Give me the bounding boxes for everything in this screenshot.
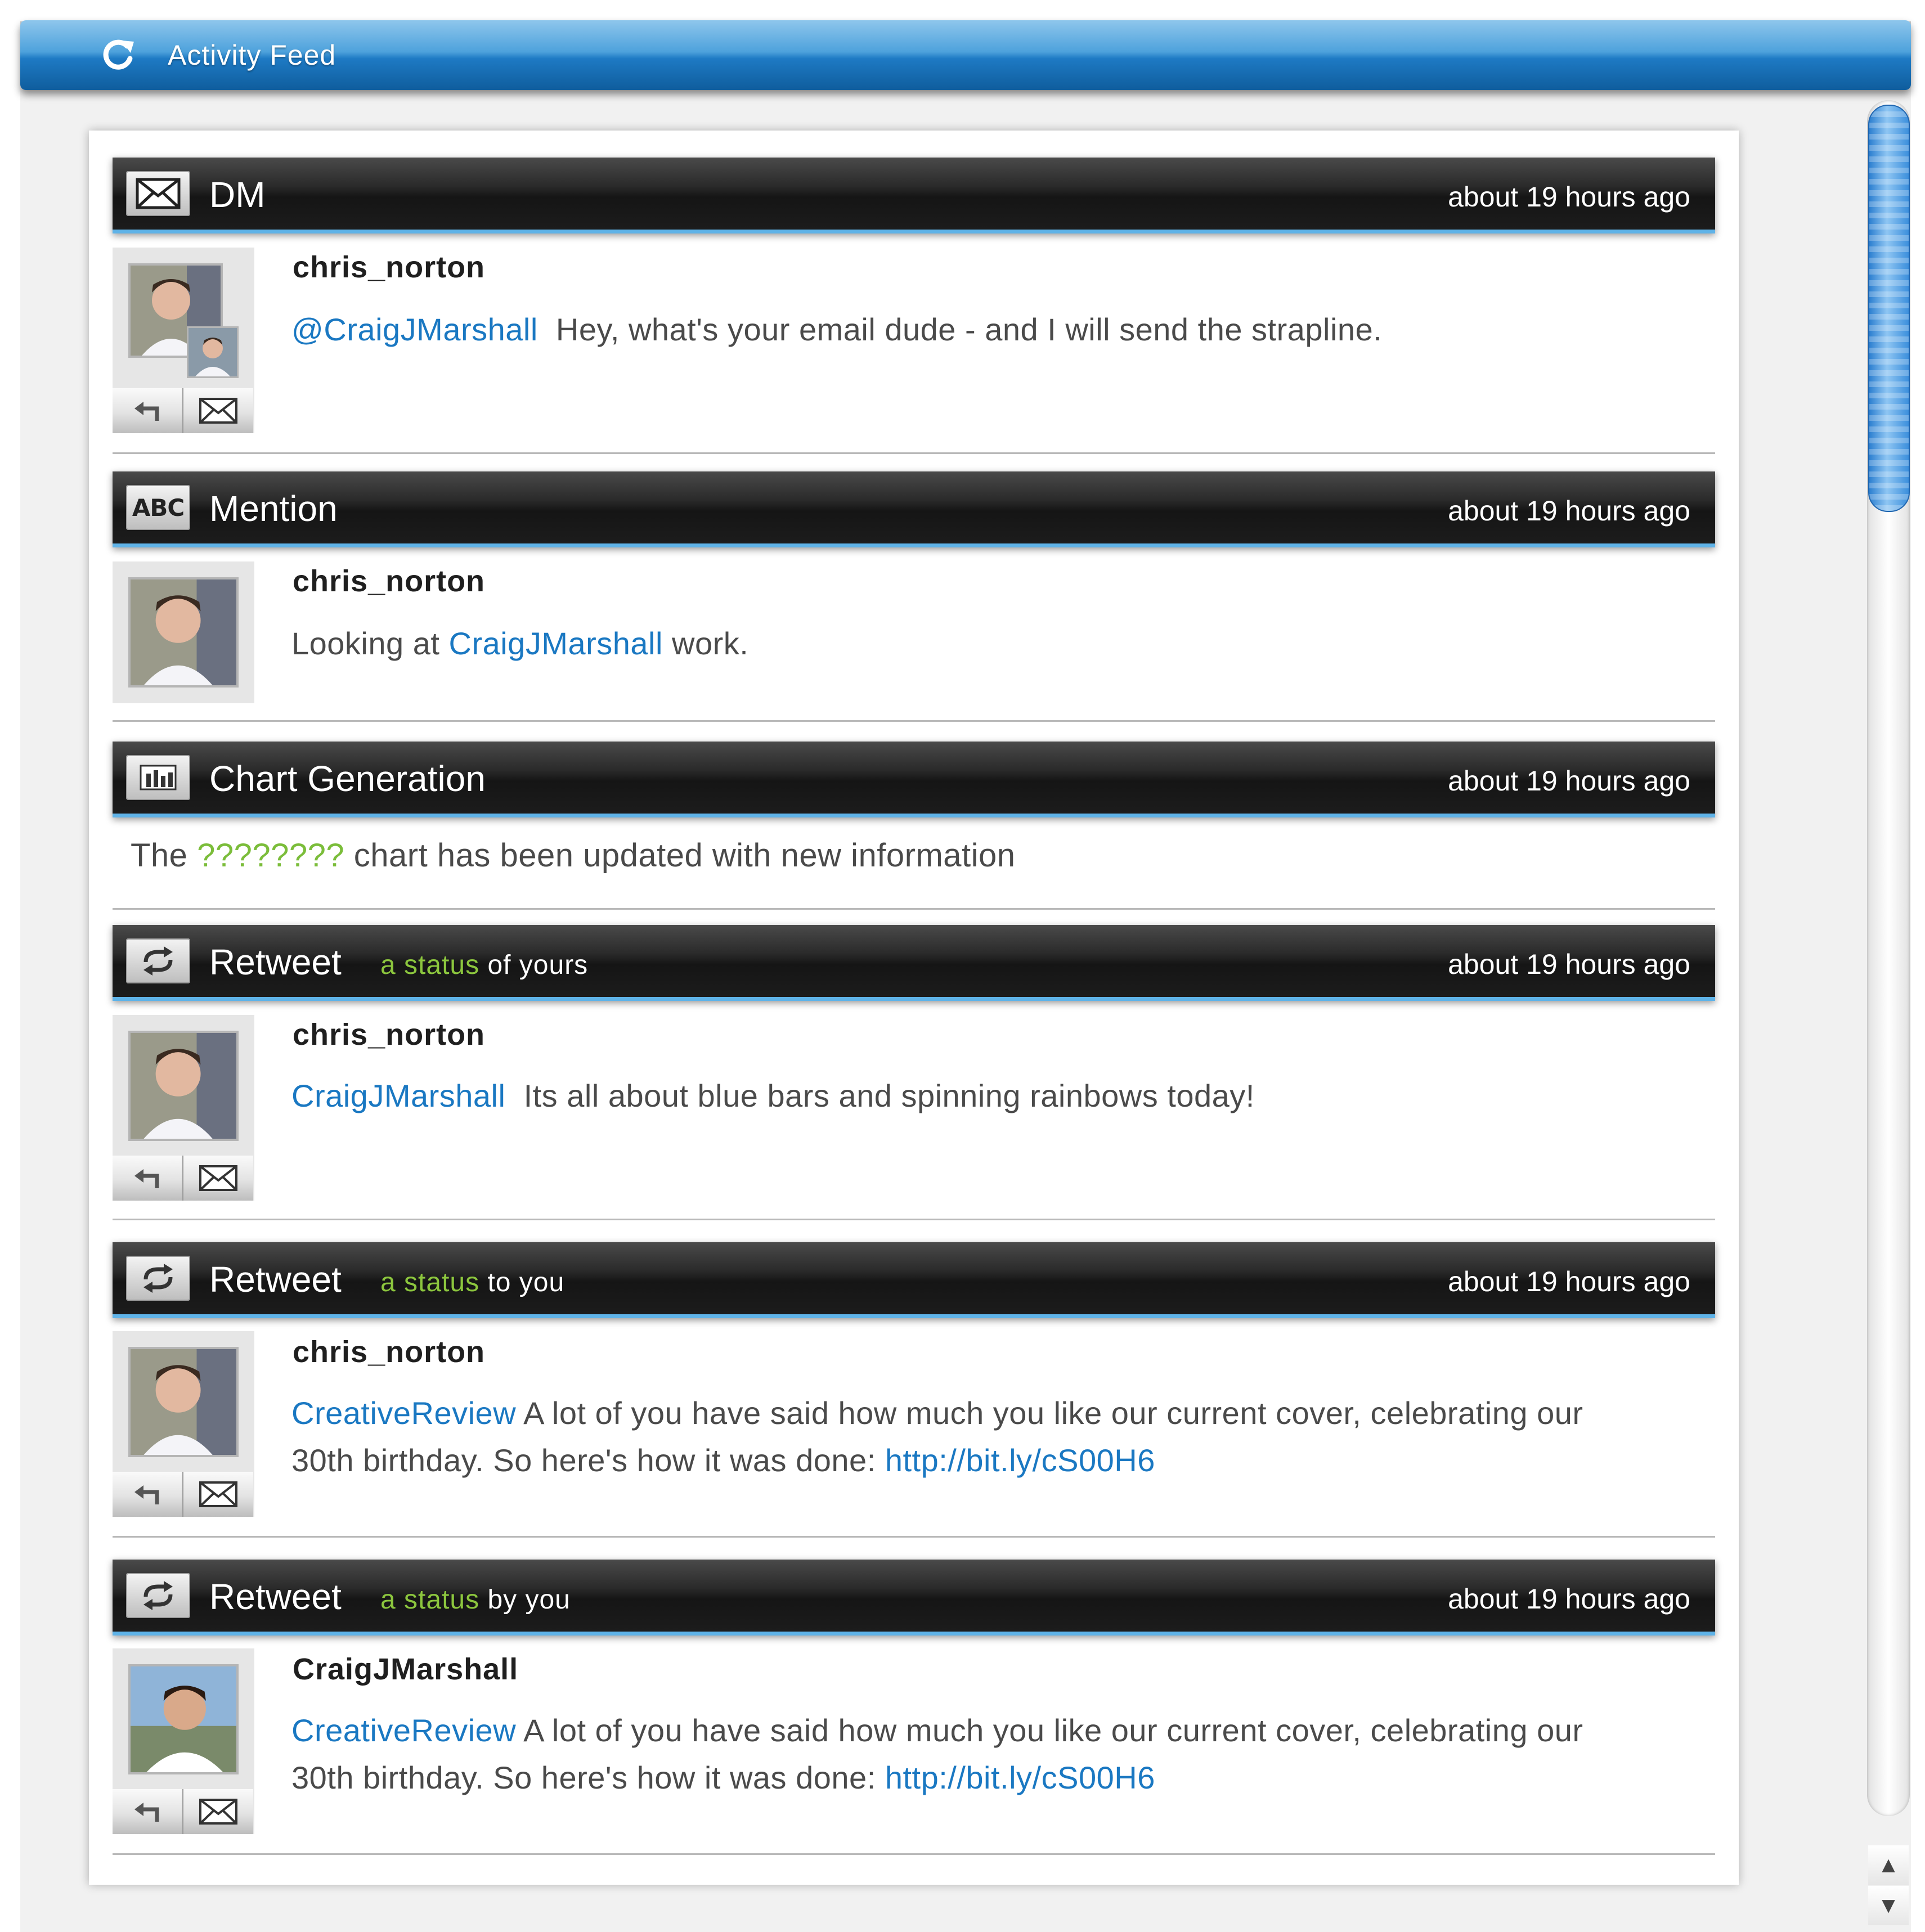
feed-item-type: Retweet: [209, 1259, 342, 1300]
url-link[interactable]: http://bit.ly/cS00H6: [885, 1443, 1155, 1478]
username[interactable]: chris_norton: [293, 563, 485, 600]
avatar[interactable]: [128, 1031, 239, 1141]
reply-icon: [134, 1803, 159, 1822]
action-buttons: [113, 1789, 254, 1834]
message-text: Looking at CraigJMarshall work.: [291, 626, 749, 661]
direct-message-button[interactable]: [183, 388, 253, 433]
url-link[interactable]: http://bit.ly/cS00H6: [885, 1760, 1155, 1795]
scroll-down-arrow-icon[interactable]: ▼: [1868, 1886, 1909, 1925]
mention-link[interactable]: CraigJMarshall: [291, 1078, 505, 1113]
action-buttons: [113, 1156, 254, 1201]
refresh-icon[interactable]: [99, 36, 136, 73]
reply-button[interactable]: [113, 1789, 183, 1834]
divider: [113, 1853, 1715, 1855]
feed-item-subtitle: a status by you: [380, 1585, 571, 1615]
feed-item-type: Chart Generation: [209, 758, 486, 799]
feed-item-header-retweet: Retweet a status by you about 19 hours a…: [113, 1560, 1715, 1636]
message-text: CraigJMarshall Its all about blue bars a…: [291, 1072, 1698, 1120]
feed-item-header-mention: ABC Mention about 19 hours ago: [113, 471, 1715, 547]
avatar-box: [113, 561, 254, 703]
bar-chart-icon: [126, 755, 190, 800]
feed-item-time: about 19 hours ago: [1448, 495, 1690, 527]
feed-item-time: about 19 hours ago: [1448, 1583, 1690, 1615]
feed-item-time: about 19 hours ago: [1448, 1266, 1690, 1297]
divider: [113, 452, 1715, 454]
feed-item-header-dm: DM about 19 hours ago: [113, 158, 1715, 233]
divider: [113, 908, 1715, 910]
avatar[interactable]: [128, 1347, 239, 1457]
reply-icon: [134, 1169, 159, 1188]
feed-item-time: about 19 hours ago: [1448, 765, 1690, 797]
message-body: Hey, what's your email dude - and I will…: [555, 312, 1383, 347]
envelope-icon: [126, 171, 190, 216]
feed-item-header-retweet: Retweet a status to you about 19 hours a…: [113, 1242, 1715, 1318]
feed-item-type: Mention: [209, 488, 338, 529]
window-title: Activity Feed: [168, 39, 336, 71]
direct-message-button[interactable]: [183, 1472, 253, 1517]
reply-icon: [134, 402, 159, 421]
feed-item-subtitle: a status of yours: [380, 950, 589, 980]
chart-name-link[interactable]: ????????: [197, 837, 344, 874]
action-buttons: [113, 1472, 254, 1517]
feed-item-subtitle: a status to you: [380, 1268, 565, 1297]
abc-icon: ABC: [126, 485, 190, 530]
feed-item-header-retweet: Retweet a status of yours about 19 hours…: [113, 925, 1715, 1001]
envelope-icon: [199, 1481, 237, 1507]
avatar[interactable]: [128, 1664, 239, 1774]
feed-item-header-chart: Chart Generation about 19 hours ago: [113, 742, 1715, 817]
recipient-avatar[interactable]: [187, 326, 239, 378]
mention-link[interactable]: @CraigJMarshall: [291, 312, 538, 347]
message-text: CreativeReview A lot of you have said ho…: [291, 1395, 1583, 1478]
retweet-icon: [126, 1573, 190, 1618]
divider: [113, 720, 1715, 722]
feed-item-time: about 19 hours ago: [1448, 949, 1690, 980]
mention-link[interactable]: CreativeReview: [291, 1713, 516, 1748]
message-body: Its all about blue bars and spinning rai…: [523, 1078, 1255, 1113]
reply-button[interactable]: [113, 388, 183, 433]
username[interactable]: chris_norton: [293, 1016, 485, 1053]
direct-message-button[interactable]: [183, 1156, 253, 1201]
envelope-icon: [199, 1165, 237, 1191]
username[interactable]: chris_norton: [293, 1333, 485, 1371]
mention-link[interactable]: CreativeReview: [291, 1395, 516, 1431]
retweet-icon: [126, 1256, 190, 1301]
scrollbar-thumb[interactable]: [1868, 105, 1910, 512]
retweet-icon: [126, 938, 190, 983]
scroll-up-arrow-icon[interactable]: ▲: [1868, 1845, 1909, 1885]
reply-button[interactable]: [113, 1156, 183, 1201]
envelope-icon: [199, 1799, 237, 1825]
envelope-icon: [199, 398, 237, 424]
direct-message-button[interactable]: [183, 1789, 253, 1834]
reply-icon: [134, 1485, 159, 1504]
divider: [113, 1219, 1715, 1220]
reply-button[interactable]: [113, 1472, 183, 1517]
avatar-box: [113, 248, 254, 433]
feed-item-type: Retweet: [209, 1576, 342, 1617]
divider: [113, 1536, 1715, 1538]
message-text: CreativeReview A lot of you have said ho…: [291, 1713, 1583, 1795]
avatar-box: [113, 1331, 254, 1517]
avatar[interactable]: [128, 577, 239, 688]
action-buttons: [113, 388, 254, 433]
feed-item-type: DM: [209, 174, 266, 215]
title-bar: Activity Feed: [20, 20, 1911, 90]
chart-update-message: The ???????? chart has been updated with…: [131, 837, 1016, 874]
feed-item-time: about 19 hours ago: [1448, 181, 1690, 213]
feed-item-type: Retweet: [209, 942, 342, 982]
message-text: @CraigJMarshall Hey, what's your email d…: [291, 306, 1698, 353]
username[interactable]: chris_norton: [293, 249, 485, 286]
avatar-box: [113, 1015, 254, 1201]
mention-link[interactable]: CraigJMarshall: [449, 626, 663, 661]
avatar-box: [113, 1648, 254, 1834]
username[interactable]: CraigJMarshall: [293, 1651, 518, 1688]
